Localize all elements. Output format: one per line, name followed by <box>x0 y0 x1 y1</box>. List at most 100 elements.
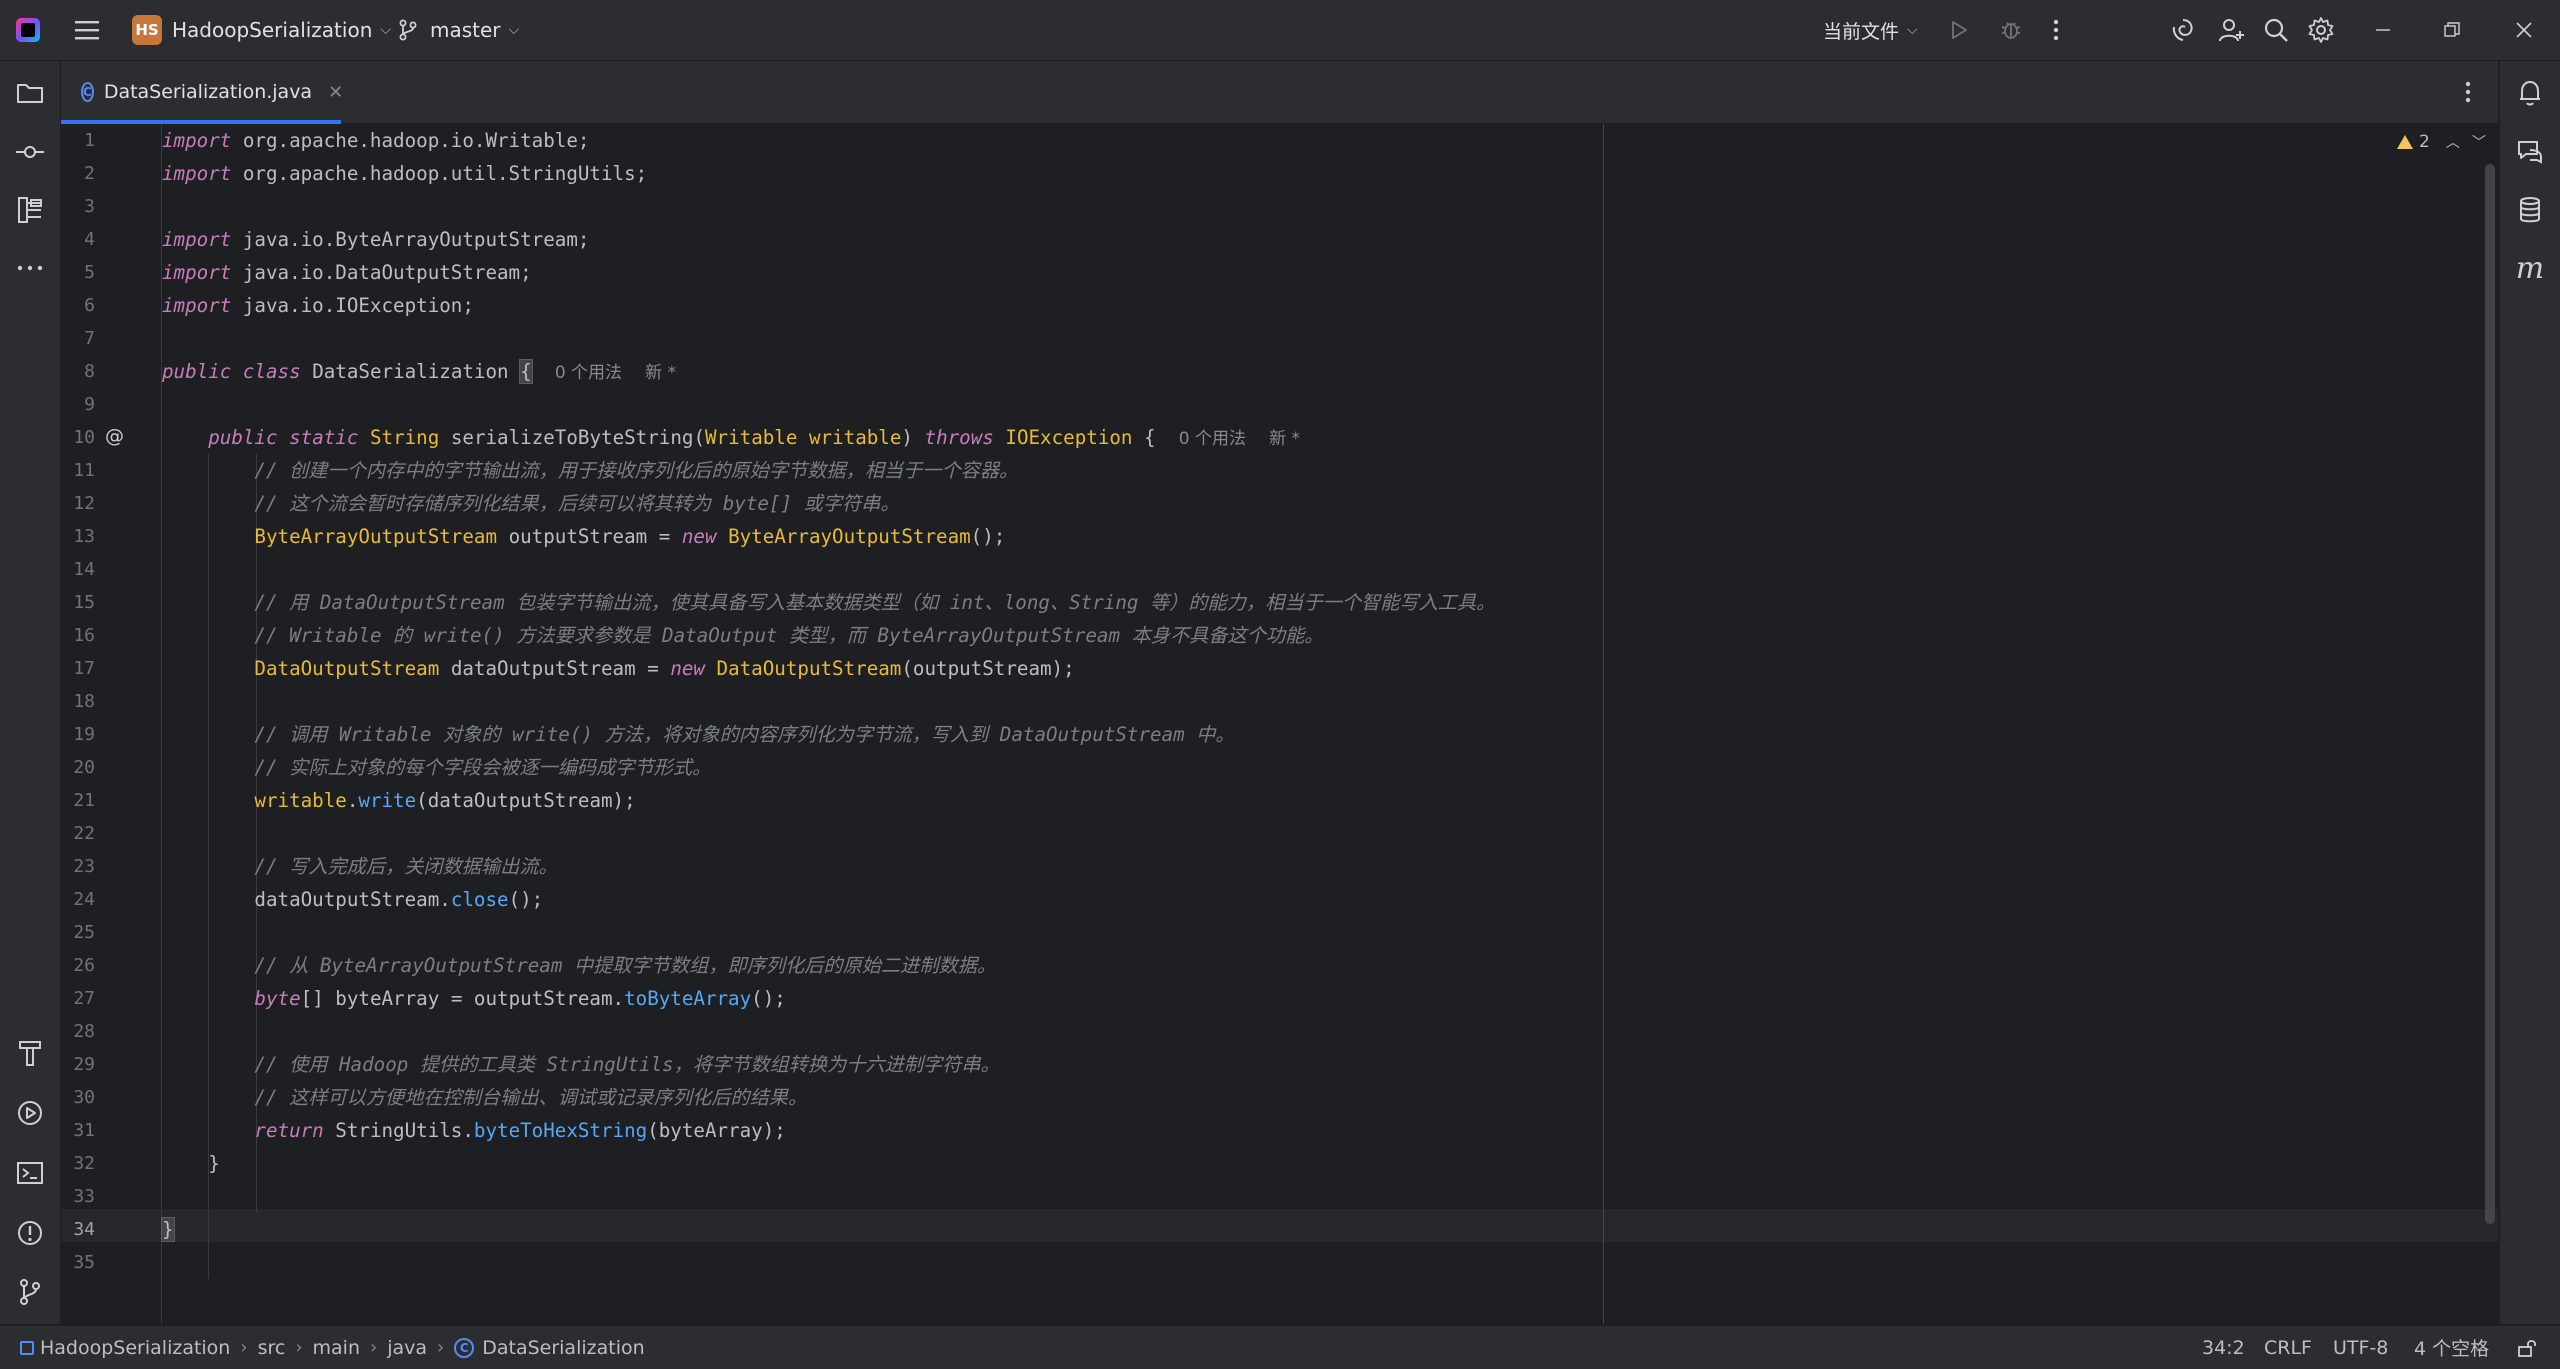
line-number[interactable]: 35 <box>61 1246 95 1279</box>
line-number[interactable]: 30 <box>61 1081 95 1114</box>
tab-options-button[interactable] <box>2464 80 2472 104</box>
minimize-window-button[interactable] <box>2374 0 2392 60</box>
breadcrumb-project[interactable]: HadoopSerialization <box>40 1337 230 1359</box>
restore-icon <box>2444 22 2460 37</box>
line-number[interactable]: 11 <box>61 454 95 487</box>
line-number[interactable]: 29 <box>61 1048 95 1081</box>
line-number[interactable]: 12 <box>61 487 95 520</box>
commit-tool-button[interactable] <box>10 132 50 172</box>
breadcrumb-java[interactable]: java <box>387 1337 427 1359</box>
line-number[interactable]: 6 <box>61 289 95 322</box>
app-logo[interactable] <box>16 0 40 60</box>
read-only-toggle[interactable] <box>2517 1326 2537 1369</box>
chevron-down-icon[interactable]: ﹀ <box>2472 132 2486 152</box>
implements-at-marker-icon[interactable]: @ <box>105 420 124 453</box>
project-tool-button[interactable] <box>10 73 50 113</box>
caret-position[interactable]: 34:2 <box>2202 1326 2245 1369</box>
branch-selector[interactable]: master ⌵ <box>398 0 519 60</box>
vertical-scrollbar[interactable] <box>2485 164 2495 1224</box>
breadcrumb-src[interactable]: src <box>258 1337 286 1359</box>
line-number[interactable]: 1 <box>61 124 95 157</box>
author-inlay-hint[interactable]: 新 * <box>1269 429 1300 449</box>
line-number[interactable]: 17 <box>61 652 95 685</box>
problems-tool-button[interactable] <box>10 1213 50 1253</box>
line-number[interactable]: 18 <box>61 685 95 718</box>
more-tool-windows-button[interactable] <box>10 248 50 288</box>
line-number[interactable]: 13 <box>61 520 95 553</box>
close-window-button[interactable] <box>2515 0 2533 60</box>
statement-end: (); <box>751 987 786 1010</box>
build-tool-button[interactable] <box>10 1033 50 1073</box>
chevron-up-icon[interactable]: ︿ <box>2446 132 2460 152</box>
line-number[interactable]: 31 <box>61 1114 95 1147</box>
debug-button[interactable] <box>1999 0 2023 60</box>
line-number[interactable]: 32 <box>61 1147 95 1180</box>
file-encoding[interactable]: UTF-8 <box>2333 1326 2388 1369</box>
line-number[interactable]: 20 <box>61 751 95 784</box>
notifications-button[interactable] <box>2510 73 2550 113</box>
terminal-tool-button[interactable] <box>10 1153 50 1193</box>
database-tool-button[interactable] <box>2510 190 2550 230</box>
warning-icon <box>2397 135 2413 149</box>
title-bar: HS HadoopSerialization ⌵ master ⌵ 当前文件 ⌵ <box>0 0 2560 61</box>
tab-close-icon[interactable]: ✕ <box>328 82 343 103</box>
line-number[interactable]: 9 <box>61 388 95 421</box>
import-path: java.io.IOException; <box>231 294 474 317</box>
author-inlay-hint[interactable]: 新 * <box>645 363 676 383</box>
structure-tool-button[interactable] <box>10 190 50 230</box>
line-number[interactable]: 7 <box>61 322 95 355</box>
line-number[interactable]: 14 <box>61 553 95 586</box>
line-number[interactable]: 33 <box>61 1180 95 1213</box>
settings-button[interactable] <box>2307 0 2335 60</box>
comment: // 实际上对象的每个字段会被逐一编码成字节形式。 <box>254 756 712 779</box>
inspections-widget[interactable]: 2 ︿ ﹀ <box>2397 132 2486 152</box>
line-number[interactable]: 27 <box>61 982 95 1015</box>
line-number[interactable]: 25 <box>61 916 95 949</box>
method-call: close <box>450 888 509 911</box>
more-actions-button[interactable] <box>2052 0 2060 60</box>
services-tool-button[interactable] <box>10 1093 50 1133</box>
ai-chat-button[interactable] <box>2510 132 2550 172</box>
line-number[interactable]: 3 <box>61 190 95 223</box>
project-selector[interactable]: HS HadoopSerialization ⌵ <box>132 0 391 60</box>
code-editor[interactable]: 1 2 3 4 5 6 7 8 9 10 11 12 13 14 15 16 17 18 19 20 21 22 23 24 2… <box>61 124 2498 1324</box>
search-everywhere-button[interactable] <box>2263 0 2289 60</box>
line-number[interactable]: 26 <box>61 949 95 982</box>
line-separator[interactable]: CRLF <box>2264 1326 2312 1369</box>
main-menu-button[interactable] <box>74 0 100 60</box>
line-number[interactable]: 34 <box>61 1213 95 1246</box>
breadcrumb-main[interactable]: main <box>313 1337 360 1359</box>
line-number[interactable]: 10 <box>61 421 95 454</box>
run-button[interactable] <box>1948 0 1970 60</box>
maven-tool-button[interactable]: m <box>2510 248 2550 288</box>
restore-window-button[interactable] <box>2443 0 2461 60</box>
line-number[interactable]: 21 <box>61 784 95 817</box>
line-number[interactable]: 5 <box>61 256 95 289</box>
more-vertical-icon <box>2465 81 2471 103</box>
editor-tab-dataserialization[interactable]: C DataSerialization.java ✕ <box>61 61 343 124</box>
chevron-right-icon: › <box>437 1337 445 1358</box>
keyword-import: import <box>162 129 232 152</box>
services-play-icon <box>18 1101 42 1125</box>
indent-setting[interactable]: 4 个空格 <box>2414 1326 2489 1369</box>
line-number[interactable]: 16 <box>61 619 95 652</box>
line-number[interactable]: 2 <box>61 157 95 190</box>
code-line-5: import java.io.DataOutputStream; <box>162 256 532 289</box>
line-number[interactable]: 4 <box>61 223 95 256</box>
usages-inlay-hint[interactable]: 0 个用法 <box>1179 429 1246 449</box>
line-number[interactable]: 28 <box>61 1015 95 1048</box>
line-number[interactable]: 8 <box>61 355 95 388</box>
git-tool-button[interactable] <box>10 1272 50 1312</box>
code-line-34: } <box>161 1213 175 1246</box>
breadcrumb-class[interactable]: DataSerialization <box>482 1337 644 1359</box>
method-call: toByteArray <box>624 987 752 1010</box>
line-number[interactable]: 19 <box>61 718 95 751</box>
line-number[interactable]: 15 <box>61 586 95 619</box>
usages-inlay-hint[interactable]: 0 个用法 <box>555 363 622 383</box>
add-user-button[interactable] <box>2218 0 2246 60</box>
ai-assistant-button[interactable] <box>2170 0 2196 60</box>
run-configuration-selector[interactable]: 当前文件 ⌵ <box>1823 0 1918 60</box>
line-number[interactable]: 23 <box>61 850 95 883</box>
line-number[interactable]: 24 <box>61 883 95 916</box>
line-number[interactable]: 22 <box>61 817 95 850</box>
